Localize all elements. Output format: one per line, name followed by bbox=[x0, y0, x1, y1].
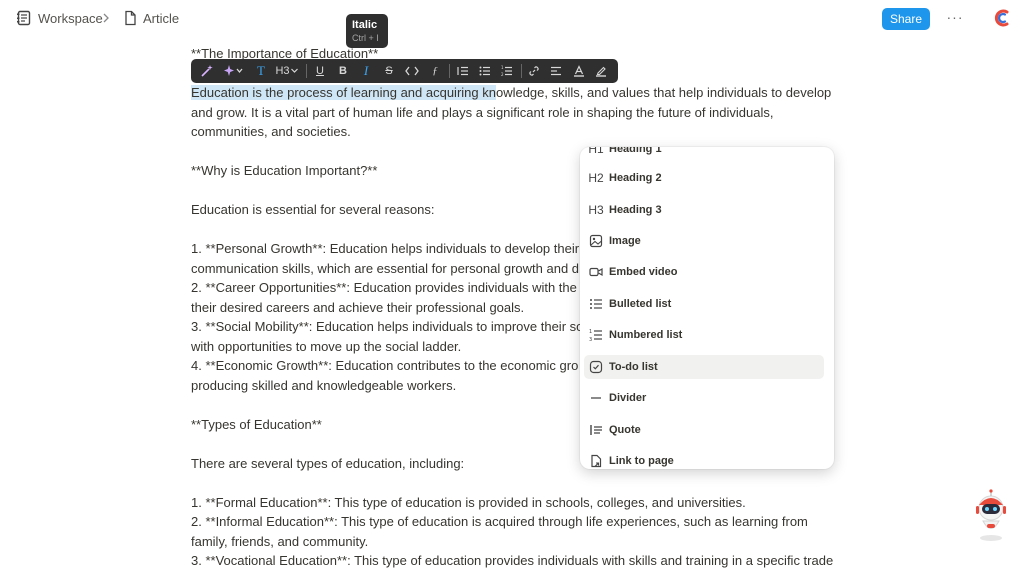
strikethrough-icon[interactable]: S bbox=[382, 63, 396, 79]
breadcrumb-workspace-label: Workspace bbox=[38, 10, 103, 26]
text-style-icon[interactable]: T bbox=[253, 63, 269, 79]
doc-line: family, friends, and community. bbox=[191, 533, 369, 549]
heading2-icon: H2 bbox=[588, 171, 604, 185]
breadcrumb-workspace[interactable]: Workspace bbox=[16, 10, 103, 26]
italic-icon[interactable]: I bbox=[359, 63, 373, 79]
link-page-icon bbox=[587, 452, 605, 469]
highlight-icon[interactable] bbox=[594, 63, 608, 79]
workspace-icon bbox=[16, 10, 32, 26]
todo-list-icon bbox=[587, 358, 605, 376]
doc-line: Education is the process of learning and… bbox=[191, 83, 831, 103]
doc-line: 3. **Vocational Education**: This type o… bbox=[191, 553, 834, 568]
heading3-icon: H3 bbox=[588, 203, 604, 217]
bulleted-list-icon[interactable] bbox=[478, 63, 492, 79]
bulleted-list-icon bbox=[587, 295, 605, 313]
align-list-icon[interactable] bbox=[456, 63, 470, 79]
doc-line: producing skilled and knowledgeable work… bbox=[191, 377, 457, 393]
assistant-robot-icon[interactable] bbox=[970, 488, 1012, 547]
heading-dropdown[interactable]: H3 bbox=[275, 63, 299, 79]
doc-line: 2. **Career Opportunities**: Education p… bbox=[191, 280, 577, 295]
doc-line: Education is essential for several reaso… bbox=[191, 202, 435, 217]
heading1-icon: H1 bbox=[588, 147, 604, 156]
doc-line: 3. **Social Mobility**: Education helps … bbox=[191, 319, 584, 334]
share-button[interactable]: Share bbox=[882, 8, 930, 30]
block-insert-menu: H1 Heading 1 H2 Heading 2 H3 Heading 3 I… bbox=[580, 147, 834, 469]
menu-item-todo-list[interactable]: To-do list bbox=[584, 355, 824, 379]
page-icon bbox=[123, 10, 137, 26]
link-icon[interactable] bbox=[527, 63, 541, 79]
italic-tooltip: Italic Ctrl + I bbox=[346, 14, 388, 48]
menu-item-numbered-list[interactable]: 13 Numbered list bbox=[584, 323, 824, 347]
numbered-list-icon: 13 bbox=[587, 326, 605, 344]
toolbar-separator bbox=[521, 64, 522, 78]
doc-heading-types: **Types of Education** bbox=[191, 416, 322, 432]
doc-line: 1. **Personal Growth**: Education helps … bbox=[191, 241, 580, 256]
inline-code-icon[interactable] bbox=[404, 63, 420, 79]
svg-text:2: 2 bbox=[501, 72, 504, 77]
tooltip-shortcut: Ctrl + I bbox=[352, 33, 379, 43]
menu-item-image[interactable]: Image bbox=[584, 229, 824, 253]
menu-item-link-to-page[interactable]: Link to page bbox=[584, 449, 824, 469]
toolbar-separator bbox=[449, 64, 450, 78]
formatting-toolbar: T H3 U B I S ƒ 12 bbox=[191, 59, 618, 83]
top-bar: Workspace Article Share ··· bbox=[0, 0, 1024, 38]
menu-item-heading-3[interactable]: H3 Heading 3 bbox=[584, 198, 824, 222]
divider-icon bbox=[587, 389, 605, 407]
menu-item-heading-1[interactable]: H1 Heading 1 bbox=[584, 147, 824, 161]
numbered-list-icon[interactable]: 12 bbox=[500, 63, 514, 79]
breadcrumb-article-label: Article bbox=[143, 10, 180, 26]
doc-line: There are several types of education, in… bbox=[191, 455, 465, 471]
bold-icon[interactable]: B bbox=[336, 63, 350, 79]
doc-line-rest: owledge, skills, and values that help in… bbox=[495, 85, 832, 100]
math-formula-icon[interactable]: ƒ bbox=[428, 63, 442, 79]
svg-text:1: 1 bbox=[589, 329, 592, 335]
menu-item-divider[interactable]: Divider bbox=[584, 386, 824, 410]
selected-text[interactable]: Education is the process of learning and… bbox=[191, 85, 496, 100]
svg-text:3: 3 bbox=[589, 337, 592, 342]
text-color-icon[interactable] bbox=[572, 63, 586, 79]
doc-line: their desired careers and achieve their … bbox=[191, 299, 525, 315]
toolbar-separator bbox=[306, 64, 307, 78]
doc-line: and grow. It is a vital part of human li… bbox=[191, 104, 774, 120]
doc-line: 4. **Economic Growth**: Education contri… bbox=[191, 358, 579, 373]
doc-line: 2. **Informal Education**: This type of … bbox=[191, 514, 808, 529]
ai-sparkle-dropdown-icon[interactable] bbox=[223, 63, 245, 79]
heading-level-label: H3 bbox=[275, 65, 290, 77]
tooltip-title: Italic bbox=[352, 19, 378, 31]
ai-wand-icon[interactable] bbox=[199, 63, 215, 79]
image-icon bbox=[587, 232, 605, 250]
menu-item-quote[interactable]: Quote bbox=[584, 418, 824, 442]
menu-item-bulleted-list[interactable]: Bulleted list bbox=[584, 292, 824, 316]
menu-item-heading-2[interactable]: H2 Heading 2 bbox=[584, 166, 824, 190]
video-icon bbox=[587, 263, 605, 281]
doc-heading-why: **Why is Education Important?** bbox=[191, 163, 378, 178]
doc-line: 1. **Formal Education**: This type of ed… bbox=[191, 494, 746, 510]
chevron-right-icon bbox=[101, 11, 111, 30]
menu-item-embed-video[interactable]: Embed video bbox=[584, 260, 824, 284]
breadcrumb-article[interactable]: Article bbox=[123, 10, 179, 26]
doc-line: communities, and societies. bbox=[191, 124, 351, 139]
more-options-icon[interactable]: ··· bbox=[944, 9, 966, 29]
quote-icon bbox=[587, 421, 605, 439]
doc-line: communication skills, which are essentia… bbox=[191, 260, 580, 276]
text-align-icon[interactable] bbox=[549, 63, 563, 79]
underline-icon[interactable]: U bbox=[313, 63, 327, 79]
svg-text:1: 1 bbox=[501, 65, 504, 70]
app-logo-icon[interactable] bbox=[992, 8, 1012, 33]
doc-line: with opportunities to move up the social… bbox=[191, 338, 462, 354]
